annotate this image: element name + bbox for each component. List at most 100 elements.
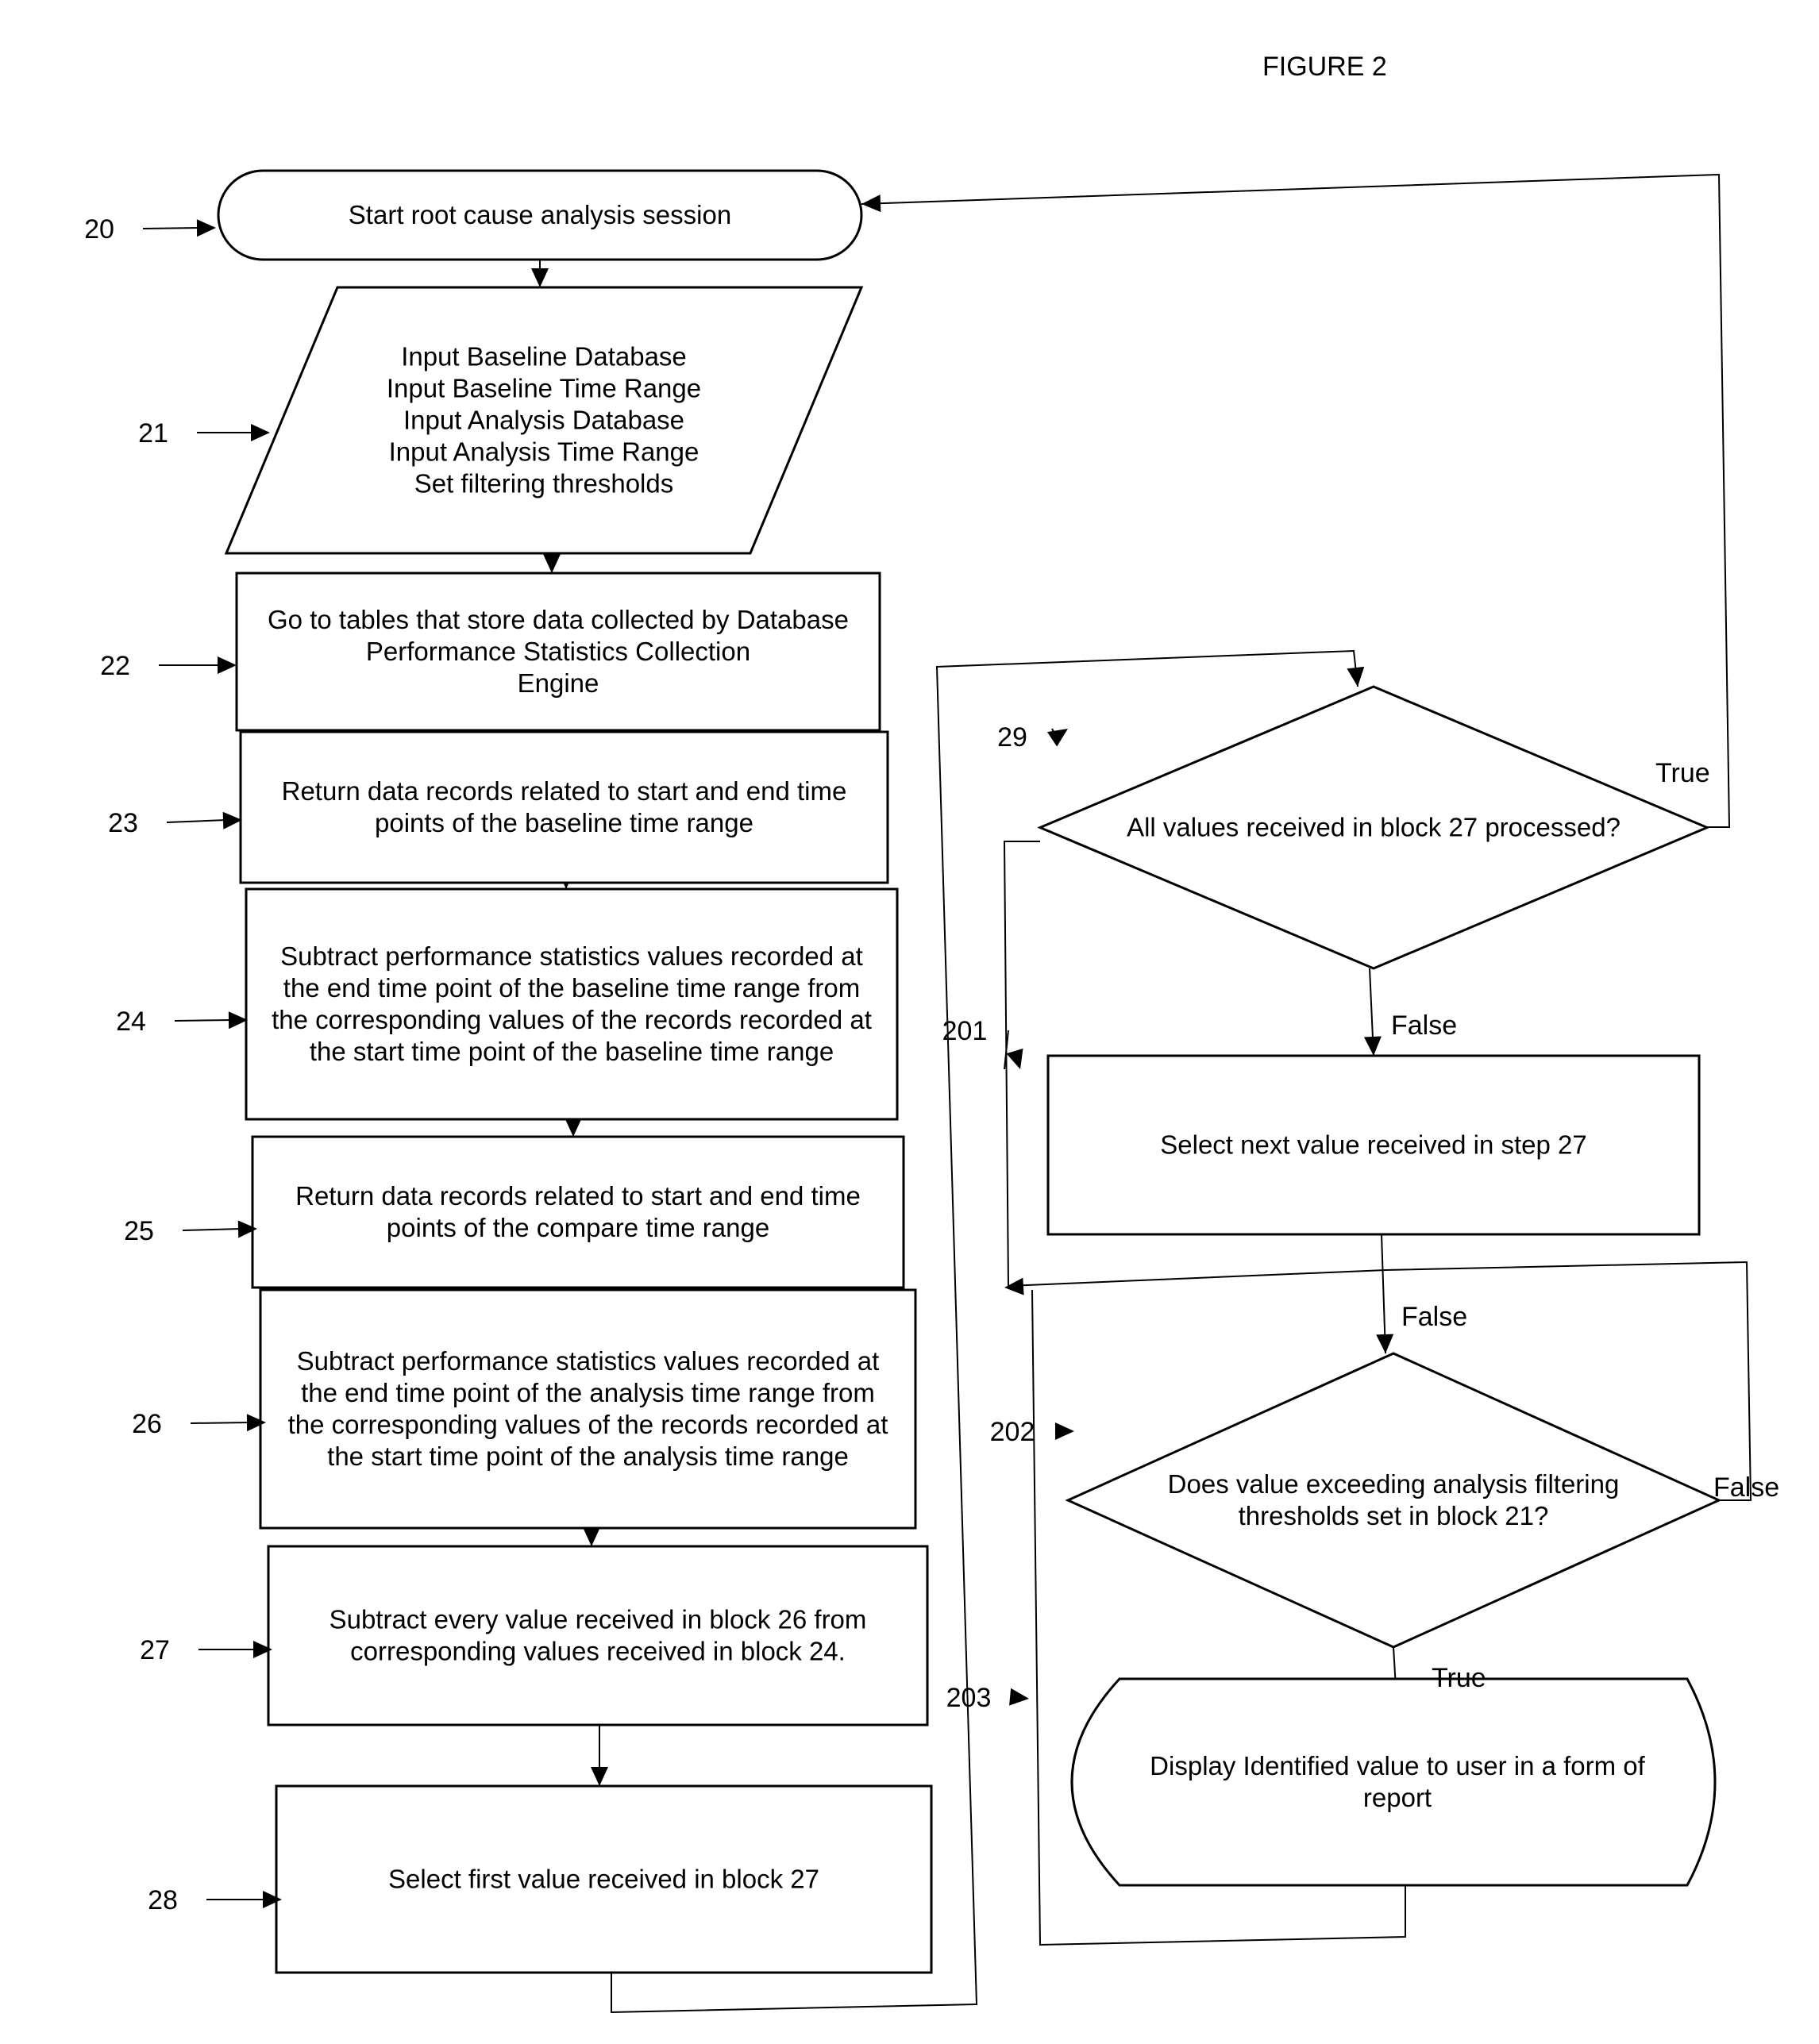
- ref-label: 22: [100, 651, 130, 681]
- node-text-line: Engine: [518, 668, 599, 698]
- ref-label: 24: [116, 1007, 146, 1037]
- flow-node-203: Display Identified value to user in a fo…: [1070, 1677, 1717, 1887]
- node-text-line: the start time point of the analysis tim…: [327, 1442, 849, 1471]
- node-text-line: Start root cause analysis session: [349, 200, 731, 229]
- node-text-line: Set filtering thresholds: [414, 469, 674, 498]
- arrowhead-icon: [543, 554, 561, 573]
- edge-21-to-22: [543, 553, 561, 573]
- flow-node-22: Go to tables that store data collected b…: [235, 572, 881, 732]
- edge-201-to-202: [1376, 1234, 1394, 1354]
- arrowhead-icon: [218, 656, 237, 674]
- branch-label-true: True: [1432, 1663, 1486, 1693]
- process-shape: [245, 887, 899, 1121]
- flow-node-28: Select first value received in block 27: [275, 1784, 933, 1974]
- node-text-line: Select first value received in block 27: [388, 1865, 819, 1894]
- node-text-line: the start time point of the baseline tim…: [310, 1037, 834, 1066]
- arrowhead-icon: [1363, 1036, 1382, 1056]
- edge-26-to-27: [583, 1527, 600, 1546]
- node-text-line: Subtract every value received in block 2…: [330, 1605, 867, 1634]
- ref-label: 28: [148, 1885, 178, 1915]
- node-text-line: Subtract performance statistics values r…: [297, 1346, 880, 1376]
- ref-numeral-25: 25: [124, 1216, 257, 1246]
- arrowhead-icon: [196, 219, 216, 237]
- ref-numeral-27: 27: [140, 1635, 272, 1665]
- ref-numeral-22: 22: [100, 651, 237, 681]
- ref-numeral-20: 20: [84, 214, 216, 244]
- edge-27-to-28: [591, 1725, 608, 1786]
- node-text-line: points of the compare time range: [387, 1213, 769, 1242]
- flow-node-25: Return data records related to start and…: [251, 1135, 905, 1289]
- arrowhead-icon: [1004, 1277, 1024, 1295]
- node-text-line: Select next value received in step 27: [1160, 1130, 1587, 1160]
- ref-label: 202: [990, 1417, 1035, 1447]
- ref-label: 203: [946, 1683, 992, 1713]
- flowchart-figure-2: FIGURE 2 Start root cause analysis sessi…: [84, 52, 1779, 2014]
- node-text-line: Return data records related to start and…: [295, 1181, 861, 1211]
- node-text-line: the corresponding values of the records …: [272, 1005, 872, 1034]
- node-text-line: Performance Statistics Collection: [366, 637, 750, 666]
- ref-numeral-202: 202: [990, 1417, 1074, 1447]
- arrowhead-icon: [1376, 1334, 1394, 1353]
- node-text-line: corresponding values received in block 2…: [350, 1637, 846, 1666]
- decision-shape: [1065, 1352, 1722, 1649]
- figure-title: FIGURE 2: [1262, 52, 1387, 82]
- arrowhead-icon: [1006, 1048, 1023, 1069]
- node-text-line: report: [1363, 1783, 1432, 1812]
- display-shape: [1070, 1677, 1717, 1887]
- process-shape: [267, 1545, 929, 1726]
- process-shape: [239, 730, 889, 884]
- arrowhead-icon: [251, 424, 270, 441]
- flow-node-201: Select next value received in step 27: [1046, 1054, 1701, 1236]
- flow-node-23: Return data records related to start and…: [239, 730, 889, 884]
- node-text-line: Return data records related to start and…: [282, 776, 847, 806]
- flow-node-27: Subtract every value received in block 2…: [267, 1545, 929, 1726]
- ref-numeral-29: 29: [997, 722, 1068, 753]
- ref-label: 29: [997, 722, 1027, 753]
- ref-numeral-21: 21: [138, 418, 270, 448]
- arrowhead-icon: [222, 811, 242, 830]
- pointer-line: [182, 1228, 242, 1231]
- node-text-line: Display Identified value to user in a fo…: [1150, 1751, 1645, 1780]
- node-text-line: Does value exceeding analysis filtering: [1168, 1469, 1620, 1499]
- node-text-line: Input Baseline Time Range: [387, 374, 701, 403]
- node-text-line: Subtract performance statistics values r…: [280, 941, 863, 971]
- node-text-line: points of the baseline time range: [375, 808, 753, 837]
- edge-24-to-25: [565, 1118, 582, 1137]
- arrowhead-icon: [583, 1527, 600, 1546]
- ref-label: 20: [84, 214, 114, 244]
- ref-numeral-24: 24: [116, 1007, 248, 1037]
- pointer-line: [174, 1019, 233, 1022]
- flow-node-20: Start root cause analysis session: [217, 169, 863, 261]
- arrowhead-icon: [591, 1767, 608, 1786]
- ref-label: 21: [138, 418, 168, 448]
- ref-label: 25: [124, 1216, 154, 1246]
- flow-node-29: All values received in block 27 processe…: [1037, 685, 1710, 970]
- pointer-line: [142, 227, 201, 229]
- arrowhead-icon: [1009, 1688, 1029, 1706]
- branch-label-false: False: [1391, 1010, 1457, 1041]
- node-text-line: the corresponding values of the records …: [288, 1410, 888, 1439]
- node-text-line: thresholds set in block 21?: [1239, 1501, 1549, 1530]
- node-text-line: Go to tables that store data collected b…: [268, 605, 849, 634]
- process-shape: [251, 1135, 905, 1289]
- branch-label-false: False: [1713, 1472, 1779, 1503]
- ref-label: 201: [942, 1016, 988, 1046]
- node-text-line: Input Analysis Database: [403, 406, 684, 435]
- edge-29-to-201: [1363, 968, 1382, 1057]
- ref-label: 27: [140, 1635, 170, 1665]
- ref-numeral-201: 201: [942, 1016, 1023, 1070]
- arrowhead-icon: [1046, 729, 1068, 747]
- pointer-line: [190, 1422, 251, 1424]
- pointer-line: [166, 819, 227, 823]
- node-text-line: Input Baseline Database: [401, 342, 687, 371]
- node-text-line: the end time point of the baseline time …: [283, 973, 860, 1003]
- ref-numeral-26: 26: [132, 1409, 266, 1439]
- ref-label: 26: [132, 1409, 162, 1439]
- edge-20-to-21: [531, 260, 549, 287]
- node-text-line: the end time point of the analysis time …: [301, 1378, 875, 1407]
- ref-numeral-203: 203: [946, 1683, 1029, 1713]
- flow-node-26: Subtract performance statistics values r…: [259, 1288, 917, 1530]
- arrowhead-icon: [1055, 1422, 1074, 1440]
- flow-node-21: Input Baseline Database Input Baseline Ti…: [224, 286, 864, 555]
- ref-label: 23: [108, 808, 138, 838]
